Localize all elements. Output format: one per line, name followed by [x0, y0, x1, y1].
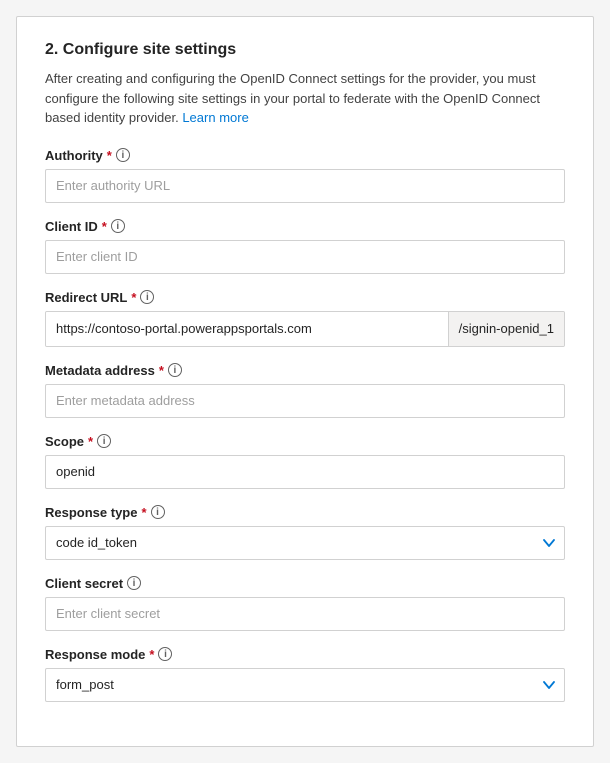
- client-id-info-icon[interactable]: i: [111, 219, 125, 233]
- metadata-address-label: Metadata address * i: [45, 363, 565, 378]
- authority-field-group: Authority * i: [45, 148, 565, 203]
- redirect-url-required-star: *: [131, 290, 136, 305]
- scope-input[interactable]: [45, 455, 565, 489]
- client-id-required-star: *: [102, 219, 107, 234]
- metadata-address-field-group: Metadata address * i: [45, 363, 565, 418]
- redirect-url-label: Redirect URL * i: [45, 290, 565, 305]
- metadata-address-info-icon[interactable]: i: [168, 363, 182, 377]
- client-secret-input[interactable]: [45, 597, 565, 631]
- response-type-select[interactable]: code id_token code id_token token: [45, 526, 565, 560]
- client-id-input[interactable]: [45, 240, 565, 274]
- scope-info-icon[interactable]: i: [97, 434, 111, 448]
- authority-label: Authority * i: [45, 148, 565, 163]
- response-mode-field-group: Response mode * i form_post query fragme…: [45, 647, 565, 702]
- response-type-required-star: *: [141, 505, 146, 520]
- response-type-label: Response type * i: [45, 505, 565, 520]
- configure-site-settings-card: 2. Configure site settings After creatin…: [16, 16, 594, 747]
- metadata-address-input[interactable]: [45, 384, 565, 418]
- response-type-select-wrapper: code id_token code id_token token: [45, 526, 565, 560]
- client-secret-field-group: Client secret i: [45, 576, 565, 631]
- response-mode-info-icon[interactable]: i: [158, 647, 172, 661]
- scope-label: Scope * i: [45, 434, 565, 449]
- response-mode-required-star: *: [149, 647, 154, 662]
- section-title: 2. Configure site settings: [45, 41, 565, 59]
- scope-field-group: Scope * i: [45, 434, 565, 489]
- client-id-label: Client ID * i: [45, 219, 565, 234]
- redirect-url-input[interactable]: [46, 312, 448, 346]
- response-type-info-icon[interactable]: i: [151, 505, 165, 519]
- client-secret-label: Client secret i: [45, 576, 565, 591]
- redirect-url-info-icon[interactable]: i: [140, 290, 154, 304]
- response-type-field-group: Response type * i code id_token code id_…: [45, 505, 565, 560]
- section-description: After creating and configuring the OpenI…: [45, 69, 565, 128]
- learn-more-link[interactable]: Learn more: [182, 110, 248, 125]
- response-mode-select-wrapper: form_post query fragment: [45, 668, 565, 702]
- scope-required-star: *: [88, 434, 93, 449]
- response-mode-select[interactable]: form_post query fragment: [45, 668, 565, 702]
- redirect-url-field-group: Redirect URL * i /signin-openid_1: [45, 290, 565, 347]
- authority-input[interactable]: [45, 169, 565, 203]
- response-mode-label: Response mode * i: [45, 647, 565, 662]
- authority-required-star: *: [107, 148, 112, 163]
- client-id-field-group: Client ID * i: [45, 219, 565, 274]
- authority-info-icon[interactable]: i: [116, 148, 130, 162]
- redirect-url-wrapper: /signin-openid_1: [45, 311, 565, 347]
- description-text: After creating and configuring the OpenI…: [45, 71, 540, 125]
- client-secret-info-icon[interactable]: i: [127, 576, 141, 590]
- metadata-address-required-star: *: [159, 363, 164, 378]
- redirect-url-suffix: /signin-openid_1: [448, 312, 564, 346]
